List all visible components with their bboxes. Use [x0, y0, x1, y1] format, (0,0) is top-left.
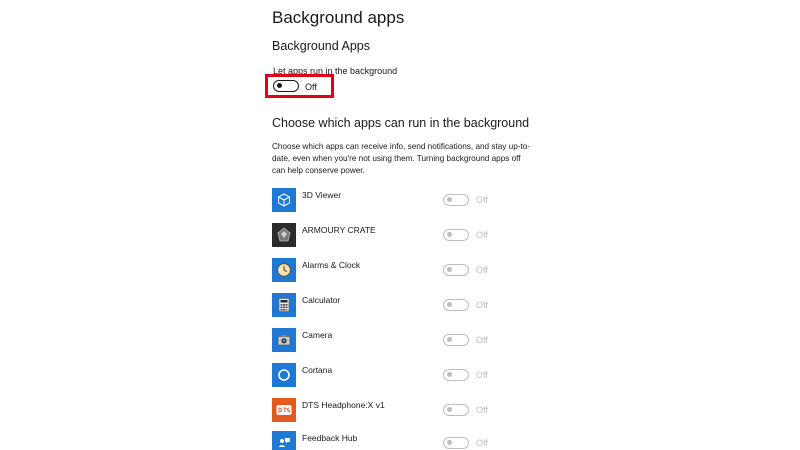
- app-toggle-calculator[interactable]: [443, 299, 469, 311]
- feedback-hub-icon: [272, 431, 296, 450]
- app-toggle-cortana[interactable]: [443, 369, 469, 381]
- toggle-knob: [447, 440, 452, 446]
- background-apps-page: Background apps Background Apps Let apps…: [0, 0, 800, 450]
- app-name: Camera: [302, 330, 333, 340]
- master-toggle-switch[interactable]: [273, 80, 299, 92]
- toggle-knob: [447, 232, 452, 238]
- app-toggle-state: Off: [476, 405, 488, 415]
- app-row-3d-viewer: 3D Viewer Off: [272, 188, 512, 214]
- app-toggle-state: Off: [476, 370, 488, 380]
- app-toggle-state: Off: [476, 335, 488, 345]
- app-name: Feedback Hub: [302, 433, 358, 443]
- app-row-camera: Camera Off: [272, 328, 512, 354]
- app-toggle-state: Off: [476, 195, 488, 205]
- master-toggle-state: Off: [305, 82, 317, 92]
- armoury-crate-icon: [272, 223, 296, 247]
- app-row-alarms-clock: Alarms & Clock Off: [272, 258, 512, 284]
- toggle-knob: [447, 337, 452, 343]
- cortana-icon: [272, 363, 296, 387]
- app-toggle-camera[interactable]: [443, 334, 469, 346]
- dts-icon: [272, 398, 296, 422]
- app-row-dts-headphone: DTS Headphone:X v1 Off: [272, 398, 512, 424]
- choose-apps-description: Choose which apps can receive info, send…: [272, 142, 531, 175]
- app-name: Calculator: [302, 295, 341, 305]
- toggle-knob: [447, 267, 452, 273]
- app-toggle-feedback-hub[interactable]: [443, 437, 469, 449]
- app-row-feedback-hub: Feedback Hub Off: [272, 431, 512, 450]
- app-name: 3D Viewer: [302, 190, 342, 200]
- app-row-cortana: Cortana Off: [272, 363, 512, 389]
- choose-apps-heading: Choose which apps can run in the backgro…: [272, 116, 530, 130]
- app-name: Alarms & Clock: [302, 260, 361, 270]
- app-toggle-state: Off: [476, 230, 488, 240]
- app-toggle-dts-headphone[interactable]: [443, 404, 469, 416]
- section-heading: Background Apps: [272, 39, 370, 53]
- toggle-knob: [277, 83, 282, 89]
- app-toggle-state: Off: [476, 438, 488, 448]
- app-row-armoury-crate: ARMOURY CRATE Off: [272, 223, 512, 249]
- camera-icon: [272, 328, 296, 352]
- app-toggle-alarms-clock[interactable]: [443, 264, 469, 276]
- app-toggle-state: Off: [476, 265, 488, 275]
- cube-icon: [272, 188, 296, 212]
- clock-icon: [272, 258, 296, 282]
- toggle-knob: [447, 197, 452, 203]
- app-toggle-state: Off: [476, 300, 488, 310]
- app-toggle-3d-viewer[interactable]: [443, 194, 469, 206]
- toggle-knob: [447, 407, 452, 413]
- app-row-calculator: Calculator Off: [272, 293, 512, 319]
- toggle-knob: [447, 302, 452, 308]
- app-name: Cortana: [302, 365, 333, 375]
- app-toggle-armoury-crate[interactable]: [443, 229, 469, 241]
- app-name: ARMOURY CRATE: [302, 225, 376, 235]
- app-name: DTS Headphone:X v1: [302, 400, 385, 410]
- toggle-knob: [447, 372, 452, 378]
- calculator-icon: [272, 293, 296, 317]
- page-title: Background apps: [272, 8, 405, 27]
